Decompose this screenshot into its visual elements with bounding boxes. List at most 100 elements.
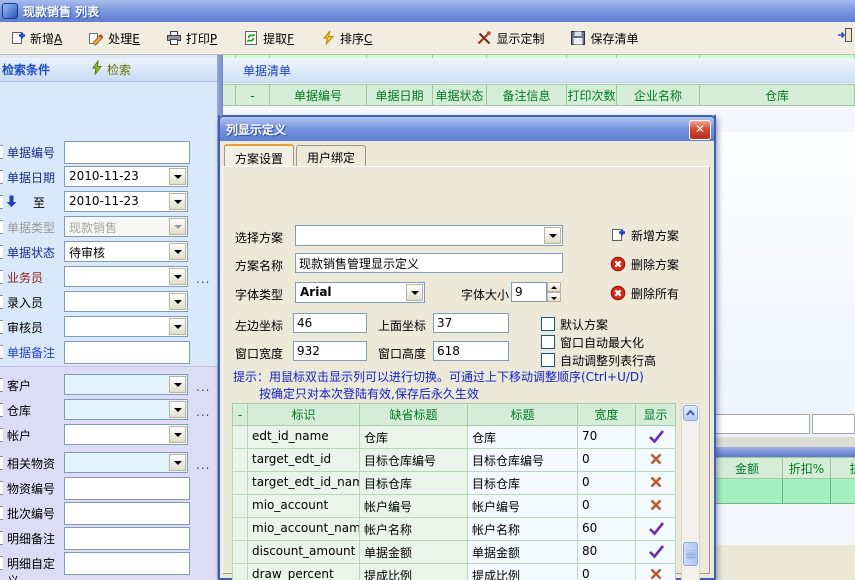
批次编号-input[interactable]: [64, 502, 190, 525]
至-combo[interactable]: 2010-11-23: [64, 191, 188, 212]
column-header-备注信息[interactable]: 备注信息: [487, 84, 567, 106]
select-plan-combo[interactable]: [295, 225, 563, 246]
toolbar-button-process[interactable]: 处理E: [82, 27, 146, 50]
table-row[interactable]: edt_id_name仓库仓库70: [232, 426, 676, 449]
column-table-scrollbar[interactable]: [681, 403, 700, 580]
chevron-down-icon[interactable]: [169, 168, 186, 185]
delete-all-button[interactable]: 删除所有: [610, 282, 679, 304]
font-type-combo[interactable]: Arial: [295, 282, 425, 303]
chevron-down-icon[interactable]: [169, 401, 186, 418]
close-icon[interactable]: ✕: [689, 120, 711, 140]
more-button[interactable]: ...: [196, 380, 210, 394]
column-header-单据状态[interactable]: 单据状态: [433, 84, 487, 106]
field-checkbox[interactable]: [0, 456, 3, 470]
chevron-down-icon[interactable]: [169, 243, 186, 260]
checked-checkbox[interactable]: [541, 317, 555, 331]
window-height-input[interactable]: [433, 341, 509, 361]
明细自定义-input[interactable]: [64, 552, 190, 575]
table-row[interactable]: mio_account帐户编号帐户编号0: [232, 495, 676, 518]
column-header-折扣%[interactable]: 折扣%: [783, 457, 831, 479]
录入员-combo[interactable]: [64, 291, 188, 312]
table-row[interactable]: target_edt_id目标仓库编号目标仓库编号0: [232, 449, 676, 472]
field-checkbox[interactable]: [0, 195, 3, 209]
相关物资-combo[interactable]: [64, 452, 188, 473]
exit-door-icon[interactable]: [837, 27, 853, 46]
帐户-combo[interactable]: [64, 424, 188, 445]
column-header-blank[interactable]: [223, 84, 236, 106]
column-header-仓库[interactable]: 仓库: [700, 84, 855, 106]
chevron-down-icon[interactable]: [169, 454, 186, 471]
field-checkbox[interactable]: [0, 428, 3, 442]
window-width-input[interactable]: [293, 341, 367, 361]
业务员-combo[interactable]: [64, 266, 188, 287]
left-coord-input[interactable]: [293, 313, 367, 333]
field-checkbox[interactable]: [0, 345, 3, 359]
field-checkbox[interactable]: [0, 320, 3, 334]
table-row[interactable]: draw_percent提成比例提成比例0: [232, 564, 676, 580]
field-checkbox[interactable]: [0, 220, 3, 234]
toolbar-button-customize[interactable]: 显示定制: [470, 27, 550, 50]
单据编号-input[interactable]: [64, 141, 190, 164]
column-table-header-缺省标题[interactable]: 缺省标题: [360, 403, 468, 426]
field-checkbox[interactable]: [0, 270, 3, 284]
column-table-header--[interactable]: -: [232, 403, 248, 426]
单据日期-combo[interactable]: 2010-11-23: [64, 166, 188, 187]
field-checkbox[interactable]: [0, 506, 3, 520]
column-table-header-宽度[interactable]: 宽度: [578, 403, 636, 426]
unchecked-checkbox[interactable]: [541, 335, 555, 349]
toolbar-button-save-list[interactable]: 保存清单: [564, 27, 644, 50]
chevron-down-icon[interactable]: [169, 318, 186, 335]
scrollbar-thumb[interactable]: [683, 542, 698, 566]
field-checkbox[interactable]: [0, 378, 3, 392]
toolbar-button-sort[interactable]: 排序C: [314, 27, 378, 50]
field-checkbox[interactable]: [0, 531, 3, 545]
field-checkbox[interactable]: [0, 245, 3, 259]
column-table-header-标识[interactable]: 标识: [248, 403, 360, 426]
plan-name-input[interactable]: [295, 253, 563, 273]
field-checkbox[interactable]: [0, 403, 3, 417]
客户-combo[interactable]: [64, 374, 188, 395]
column-table-header-显示[interactable]: 显示: [636, 403, 676, 426]
field-checkbox[interactable]: [0, 481, 3, 495]
chevron-down-icon[interactable]: [169, 193, 186, 210]
checkbox-默认方案[interactable]: 默认方案: [541, 317, 608, 331]
toolbar-button-extract[interactable]: 提取F: [237, 27, 300, 50]
仓库-combo[interactable]: [64, 399, 188, 420]
chevron-down-icon[interactable]: [169, 293, 186, 310]
more-button[interactable]: ...: [196, 405, 210, 419]
checkbox-自动调整列表行高[interactable]: 自动调整列表行高: [541, 353, 656, 367]
field-checkbox[interactable]: [0, 556, 3, 570]
more-button[interactable]: ...: [196, 272, 210, 286]
table-row[interactable]: target_edt_id_nam目标仓库目标仓库0: [232, 472, 676, 495]
checked-checkbox[interactable]: [541, 353, 555, 367]
column-header-金额[interactable]: 金额: [712, 457, 783, 479]
spin-up-icon[interactable]: [547, 282, 561, 292]
chevron-down-icon[interactable]: [169, 426, 186, 443]
delete-plan-button[interactable]: 删除方案: [610, 253, 679, 275]
column-header-单据编号[interactable]: 单据编号: [270, 84, 367, 106]
column-header-折[interactable]: 折: [831, 457, 855, 479]
field-checkbox[interactable]: [0, 295, 3, 309]
top-coord-input[interactable]: [433, 313, 509, 333]
font-size-input[interactable]: [511, 282, 547, 302]
物资编号-input[interactable]: [64, 477, 190, 500]
add-plan-button[interactable]: 新增方案: [610, 224, 679, 246]
toolbar-button-new[interactable]: 新增A: [4, 27, 68, 50]
单据备注-input[interactable]: [64, 341, 190, 364]
column-header-单据日期[interactable]: 单据日期: [367, 84, 433, 106]
table-row[interactable]: mio_account_nam帐户名称帐户名称60: [232, 518, 676, 541]
chevron-down-icon[interactable]: [544, 227, 561, 244]
chevron-up-icon[interactable]: [683, 405, 698, 421]
column-header-企业名称[interactable]: 企业名称: [617, 84, 700, 106]
chevron-down-icon[interactable]: [169, 268, 186, 285]
column-header--[interactable]: -: [236, 84, 270, 106]
单据状态-combo[interactable]: 待审核: [64, 241, 188, 262]
field-checkbox[interactable]: [0, 145, 3, 159]
field-checkbox[interactable]: [0, 170, 3, 184]
明细备注-input[interactable]: [64, 527, 190, 550]
审核员-combo[interactable]: [64, 316, 188, 337]
chevron-down-icon[interactable]: [169, 376, 186, 393]
spin-down-icon[interactable]: [547, 292, 561, 302]
toolbar-button-print[interactable]: 打印P: [160, 27, 223, 50]
column-header-打印次数[interactable]: 打印次数: [567, 84, 617, 106]
